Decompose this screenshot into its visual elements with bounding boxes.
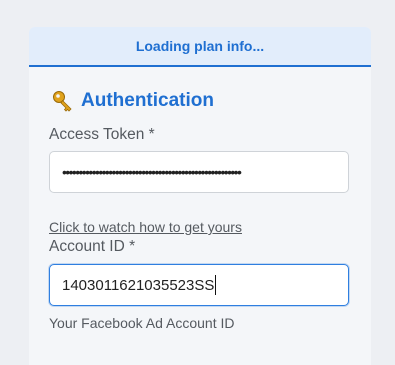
account-id-input[interactable]: 1403011621035523SS bbox=[49, 264, 349, 306]
auth-section-header: Authentication bbox=[51, 89, 214, 113]
watch-tutorial-link[interactable]: Click to watch how to get yours bbox=[49, 219, 242, 235]
key-icon bbox=[51, 89, 75, 113]
access-token-input[interactable]: ••••••••••••••••••••••••••••••••••••••••… bbox=[49, 151, 349, 193]
account-id-label: Account ID * bbox=[49, 238, 136, 255]
account-id-value: 1403011621035523SS bbox=[62, 276, 215, 294]
access-token-value: ••••••••••••••••••••••••••••••••••••••••… bbox=[62, 164, 242, 180]
plan-info-bar: Loading plan info... bbox=[29, 27, 371, 67]
text-caret bbox=[215, 275, 217, 295]
access-token-label: Access Token * bbox=[49, 126, 155, 143]
auth-panel: Loading plan info... Authentication Acce… bbox=[29, 27, 371, 365]
plan-info-text: Loading plan info... bbox=[135, 38, 265, 54]
account-id-hint: Your Facebook Ad Account ID bbox=[49, 315, 235, 331]
auth-title: Authentication bbox=[81, 90, 214, 111]
